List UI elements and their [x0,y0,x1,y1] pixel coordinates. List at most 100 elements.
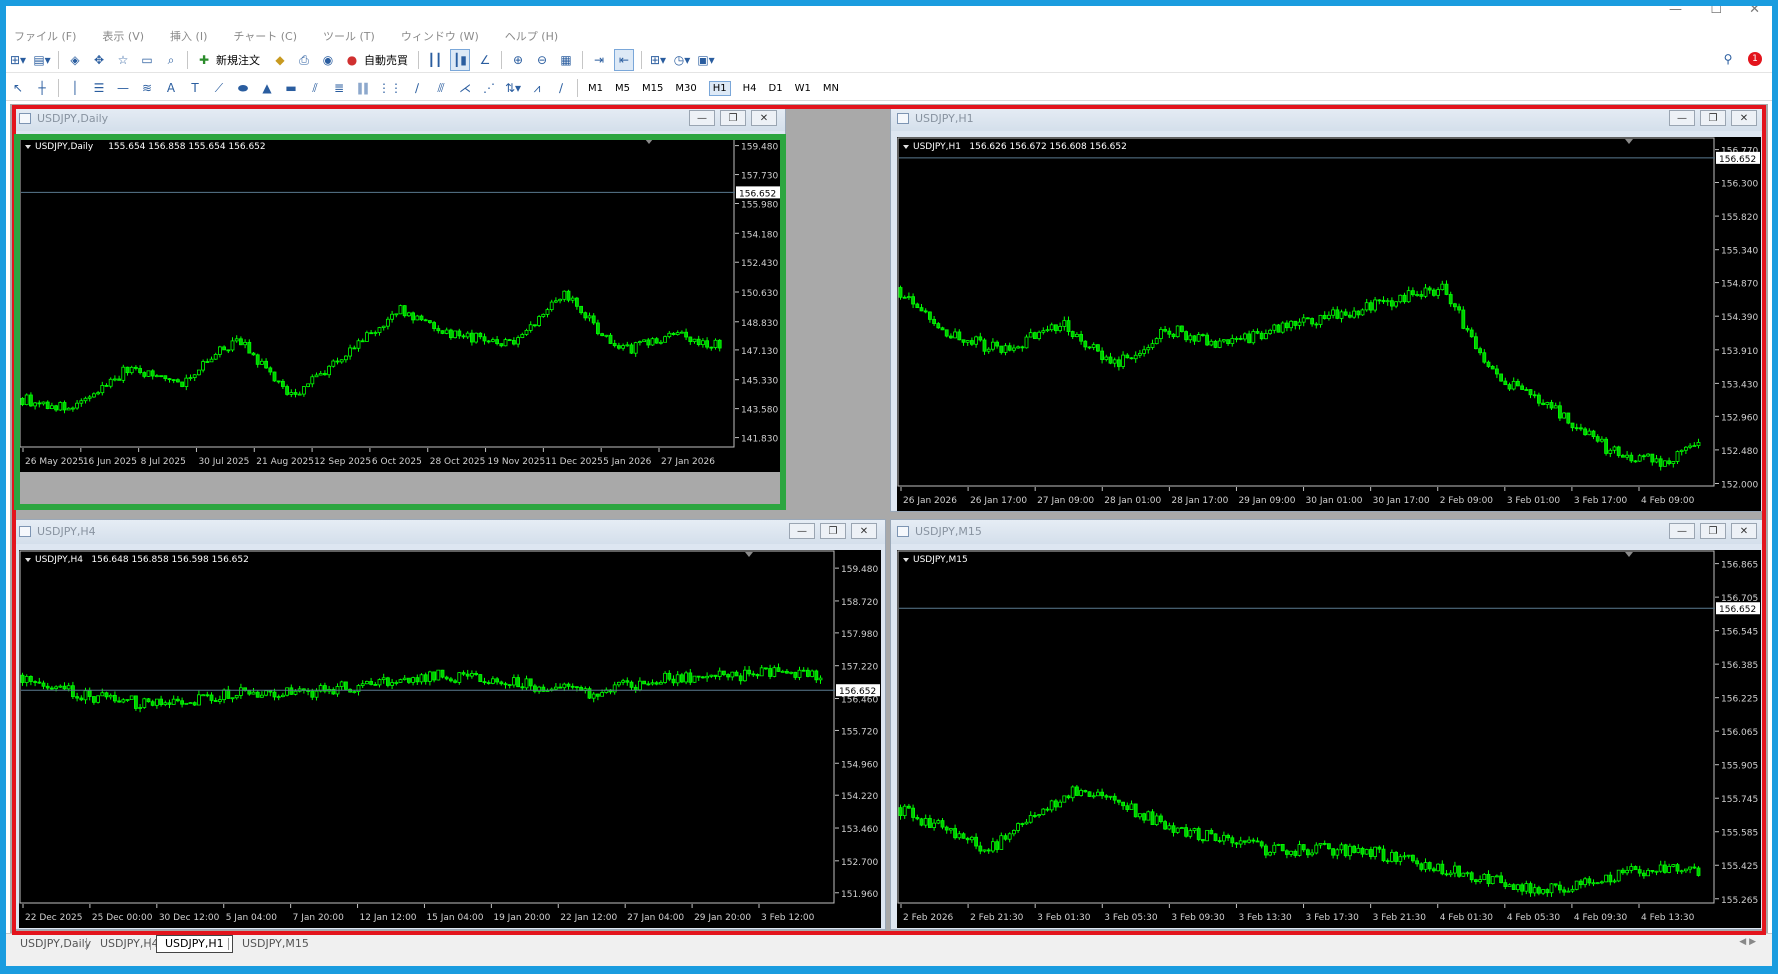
timeframe-m15-button[interactable]: M15 [642,83,663,94]
cycle-lines-icon[interactable]: ∥∥ [354,78,372,98]
notification-badge[interactable]: 1 [1748,52,1762,66]
chart-window-daily[interactable]: USDJPY,Daily — ❐ ✕ 159.480 157.730 155.980… [12,106,786,472]
close-button[interactable]: ✕ [1731,110,1757,126]
candle-body [511,340,516,345]
gann-line-icon[interactable]: ∕ [408,78,426,98]
terminal-icon[interactable]: ▭ [138,50,156,70]
chart-window-titlebar[interactable]: USDJPY,H1 — ❐ ✕ [891,107,1765,131]
fibonacci-icon[interactable]: ≋ [138,78,156,98]
chart-tab[interactable]: USDJPY,H1 [156,935,233,953]
minimize-button[interactable]: — [789,523,815,539]
timeframe-m5-button[interactable]: M5 [615,83,630,94]
menu-item[interactable]: ヘルプ (H) [505,28,558,44]
minimize-button[interactable]: — [1669,110,1695,126]
menu-item[interactable]: 挿入 (I) [170,28,207,44]
maximize-button[interactable]: ❐ [720,110,746,126]
auto-trade-icon[interactable]: ● [343,50,361,70]
candlestick-icon[interactable]: ┃▮ [450,49,470,71]
rectangle-icon[interactable]: ▬ [282,78,300,98]
price-chart[interactable]: 156.865156.705156.545156.385156.225156.0… [897,550,1761,928]
close-button[interactable]: ✕ [1731,523,1757,539]
menu-item[interactable]: ウィンドウ (W) [401,28,479,44]
trendline-icon[interactable]: — [114,78,132,98]
crosshair-icon[interactable]: ┼ [33,78,51,98]
minimize-window-icon[interactable]: — [1669,2,1682,17]
chart-window-titlebar[interactable]: USDJPY,Daily — ❐ ✕ [13,107,785,131]
arrows-icon[interactable]: ⇅▾ [504,78,522,98]
timeframe-m30-button[interactable]: M30 [675,83,696,94]
tile-windows-icon[interactable]: ▦ [557,50,575,70]
timeframe-h4-button[interactable]: H4 [743,83,757,94]
candle-body [1184,331,1189,341]
chart-window-h1[interactable]: USDJPY,H1 — ❐ ✕ 156.770 156.300 155.820 155… [890,106,1766,512]
maximize-window-icon[interactable]: ☐ [1710,2,1722,17]
fibo-arcs-icon[interactable]: ⋰ [480,78,498,98]
data-window-icon[interactable]: ✥ [90,50,108,70]
pitchfork-icon[interactable]: ⫽ [306,78,324,98]
auto-trade-button[interactable]: 自動売買 [364,52,408,68]
chart-window-m15[interactable]: USDJPY,M15 — ❐ ✕ 156.865 156.705 156.545 15… [890,519,1766,930]
price-chart[interactable]: 159.480158.720157.980157.220156.460155.7… [19,550,881,928]
zoom-out-icon[interactable]: ⊖ [533,50,551,70]
cursor-icon[interactable]: ↖ [9,78,27,98]
vertical-line-icon[interactable]: │ [66,78,84,98]
timeframe-w1-button[interactable]: W1 [795,83,811,94]
new-chart-icon[interactable]: ⊞▾ [9,50,27,70]
tab-scroll-arrows[interactable]: ◀ ▶ [1739,937,1756,947]
templates-icon[interactable]: ▣▾ [697,50,715,70]
close-window-icon[interactable]: ✕ [1749,2,1760,17]
horizontal-line-icon[interactable]: ☰ [90,78,108,98]
metaeditor-icon[interactable]: ◆ [271,50,289,70]
elliott-icon[interactable]: ⩘ [528,78,546,98]
navigator-icon[interactable]: ☆ [114,50,132,70]
price-chart[interactable]: 159.480 157.730 155.980 154.180 152.430 150.6… [19,137,781,472]
channel-icon[interactable]: ⫻ [432,78,450,98]
maximize-button[interactable]: ❐ [820,523,846,539]
menu-item[interactable]: ツール (T) [323,28,375,44]
autoscroll-icon[interactable]: ⇥ [590,50,608,70]
profiles-icon[interactable]: ▤▾ [33,50,51,70]
timeframe-h1-button[interactable]: H1 [708,80,731,96]
candle-body [650,682,655,685]
periods-icon[interactable]: ◷▾ [673,50,691,70]
bar-chart-icon[interactable]: ┃┃ [426,50,444,70]
timeframe-d1-button[interactable]: D1 [769,83,783,94]
menu-item[interactable]: チャート (C) [233,28,297,44]
gann-fan-icon[interactable]: ⋌ [456,78,474,98]
new-order-icon[interactable]: ✚ [195,50,213,70]
triangle-icon[interactable]: ▲ [258,78,276,98]
chart-window-h4[interactable]: USDJPY,H4 — ❐ ✕ 159.480 158.720 157.980 157… [12,519,886,930]
line-tool-icon[interactable]: ∕ [552,78,570,98]
zoom-in-icon[interactable]: ⊕ [509,50,527,70]
ellipse-icon[interactable]: ⬬ [234,78,252,98]
search-icon[interactable]: ⚲ [1719,49,1737,69]
timeframe-m1-button[interactable]: M1 [588,83,603,94]
price-chart[interactable]: 156.770156.300155.820155.340154.870154.3… [897,137,1761,511]
line-chart-icon[interactable]: ∠ [476,50,494,70]
text-label-icon[interactable]: T [186,78,204,98]
market-icon[interactable]: ◉ [319,50,337,70]
minimize-button[interactable]: — [689,110,715,126]
fibo-fan-icon[interactable]: ≣ [330,78,348,98]
market-watch-icon[interactable]: ◈ [66,50,84,70]
maximize-button[interactable]: ❐ [1700,110,1726,126]
arrow-icon[interactable]: ⟋ [210,78,228,98]
chart-window-titlebar[interactable]: USDJPY,M15 — ❐ ✕ [891,520,1765,544]
minimize-button[interactable]: — [1669,523,1695,539]
strategy-tester-icon[interactable]: ⌕ [162,50,180,70]
menu-item[interactable]: 表示 (V) [102,28,144,44]
new-order-button[interactable]: 新規注文 [216,52,260,68]
close-button[interactable]: ✕ [851,523,877,539]
chart-shift-icon[interactable]: ⇤ [614,49,634,71]
fibo-time-icon[interactable]: ⋮⋮ [378,78,402,98]
chart-window-titlebar[interactable]: USDJPY,H4 — ❐ ✕ [13,520,885,544]
maximize-button[interactable]: ❐ [1700,523,1726,539]
close-button[interactable]: ✕ [751,110,777,126]
menu-item[interactable]: ファイル (F) [14,28,76,44]
signals-icon[interactable]: ⎙ [295,50,313,70]
chart-tab[interactable]: USDJPY,M15 [234,936,317,952]
timeframe-mn-button[interactable]: MN [823,83,839,94]
candle-body [1600,881,1604,884]
text-icon[interactable]: A [162,78,180,98]
indicators-icon[interactable]: ⊞▾ [649,50,667,70]
